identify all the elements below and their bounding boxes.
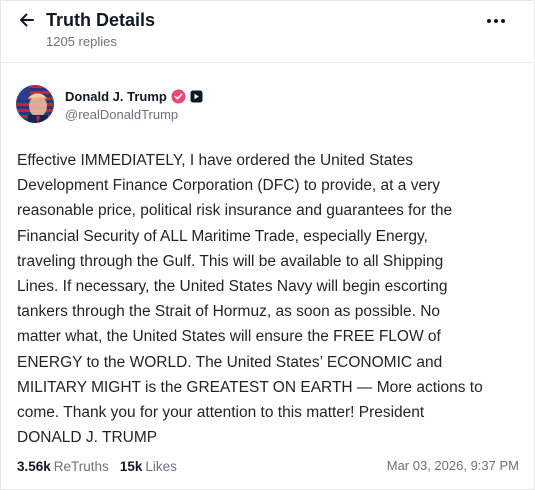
post-timestamp[interactable]: Mar 03, 2026, 9:37 PM xyxy=(387,458,519,473)
post-line: come. Thank you for your attention to th… xyxy=(17,404,425,422)
post-line: ENERGY to the WORLD. The United States’ … xyxy=(17,353,443,371)
author-name[interactable]: Donald J. Trump xyxy=(65,89,167,104)
retruths-count: 3.56k xyxy=(17,458,51,474)
avatar[interactable] xyxy=(16,85,54,123)
more-horizontal-icon xyxy=(487,19,505,23)
likes-stat[interactable]: 15k Likes xyxy=(120,459,177,474)
post-line: MILITARY MIGHT is the GREATEST ON EARTH … xyxy=(17,378,483,396)
author-row: Donald J. Trump xyxy=(65,87,203,105)
avatar-image xyxy=(16,85,54,123)
post-line: Financial Security of ALL Maritime Trade… xyxy=(17,227,428,245)
post-stats: 3.56k ReTruths 15k Likes xyxy=(17,457,177,475)
back-button[interactable] xyxy=(16,9,38,31)
retruths-stat[interactable]: 3.56k ReTruths xyxy=(17,459,109,474)
post-line: DONALD J. TRUMP xyxy=(17,429,158,447)
likes-label: Likes xyxy=(145,458,177,474)
likes-count: 15k xyxy=(119,458,143,474)
more-options-button[interactable] xyxy=(483,11,509,31)
post-line: Effective IMMEDIATELY, I have ordered th… xyxy=(17,152,414,169)
header-divider xyxy=(0,62,535,63)
verified-badge-icon xyxy=(171,89,186,104)
post-line: matter what, the United States will ensu… xyxy=(17,328,441,346)
reply-count: 1205 replies xyxy=(46,34,117,49)
post-line: traveling through the Gulf. This will be… xyxy=(17,252,444,270)
post-line: Development Finance Corporation (DFC) to… xyxy=(17,177,440,195)
post-line: tankers through the Strait of Hormuz, as… xyxy=(17,303,441,321)
arrow-left-icon xyxy=(20,13,34,27)
post-body: Effective IMMEDIATELY, I have ordered th… xyxy=(17,148,517,450)
media-badge-icon xyxy=(190,90,203,103)
page-header: Truth Details 1205 replies xyxy=(0,0,535,62)
post-line: reasonable price, political risk insuran… xyxy=(17,202,453,220)
retruths-label: ReTruths xyxy=(53,458,109,474)
post-line: Lines. If necessary, the United States N… xyxy=(17,278,448,296)
page-title: Truth Details xyxy=(46,10,156,30)
author-handle[interactable]: @realDonaldTrump xyxy=(65,107,178,122)
